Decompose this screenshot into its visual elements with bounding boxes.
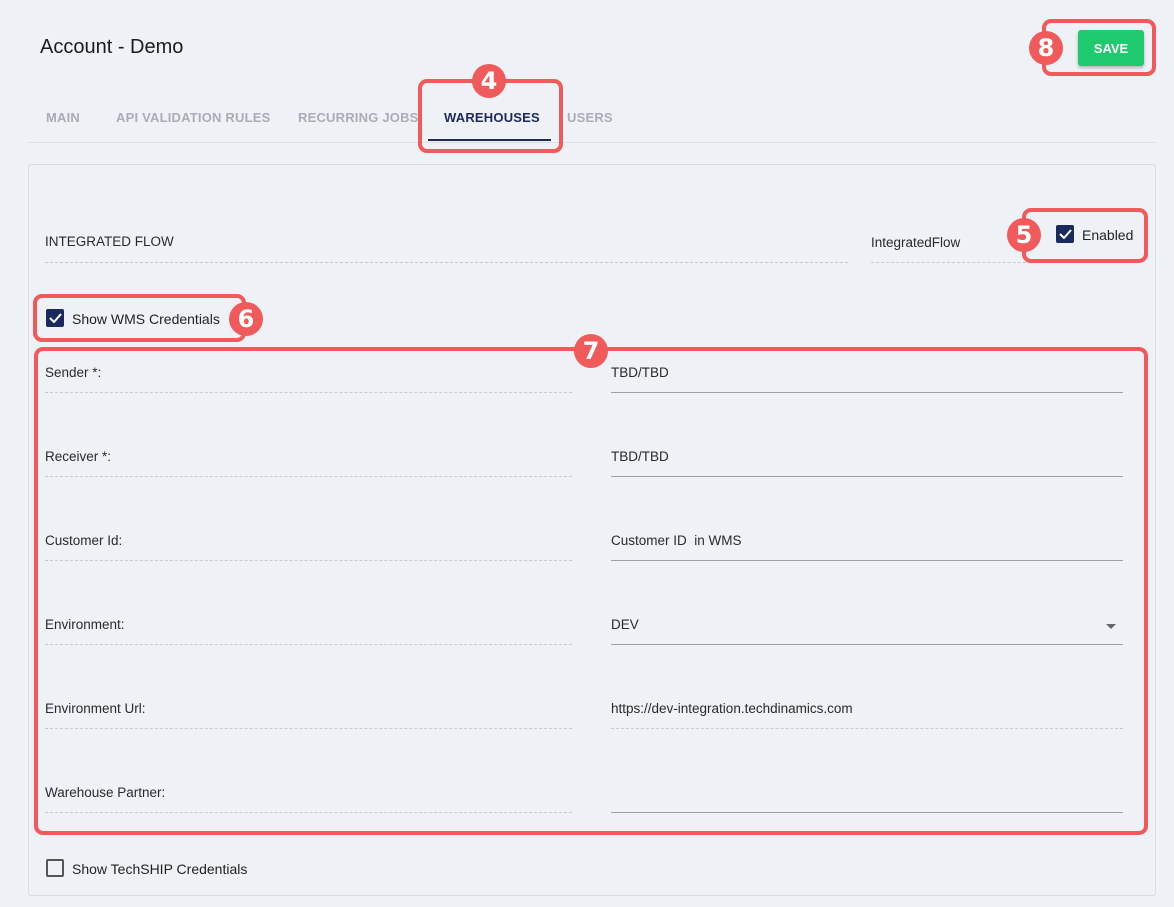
tabs-divider (28, 142, 1156, 143)
page-title: Account - Demo (40, 36, 184, 58)
tab-users[interactable]: USERS (567, 110, 613, 125)
show-techship-credentials-checkbox[interactable] (46, 859, 64, 877)
integrated-flow-label-line (45, 262, 848, 263)
integrated-flow-label: INTEGRATED FLOW (45, 234, 174, 249)
annotation-badge-8: 8 (1029, 31, 1063, 65)
annotation-badge-7: 7 (574, 334, 608, 368)
annotation-box-wms-fields (34, 347, 1148, 835)
annotation-badge-6: 6 (229, 302, 263, 336)
tab-recurring-jobs[interactable]: RECURRING JOBS (298, 110, 419, 125)
tab-api-validation-rules[interactable]: API VALIDATION RULES (116, 110, 270, 125)
tab-main[interactable]: MAIN (46, 110, 80, 125)
annotation-badge-4: 4 (472, 64, 506, 98)
show-techship-credentials-label: Show TechSHIP Credentials (72, 861, 248, 877)
annotation-box-wms-toggle (33, 294, 246, 342)
integrated-flow-value[interactable]: IntegratedFlow (871, 235, 960, 250)
annotation-badge-5: 5 (1007, 218, 1041, 252)
integrated-flow-value-line (871, 262, 1031, 263)
